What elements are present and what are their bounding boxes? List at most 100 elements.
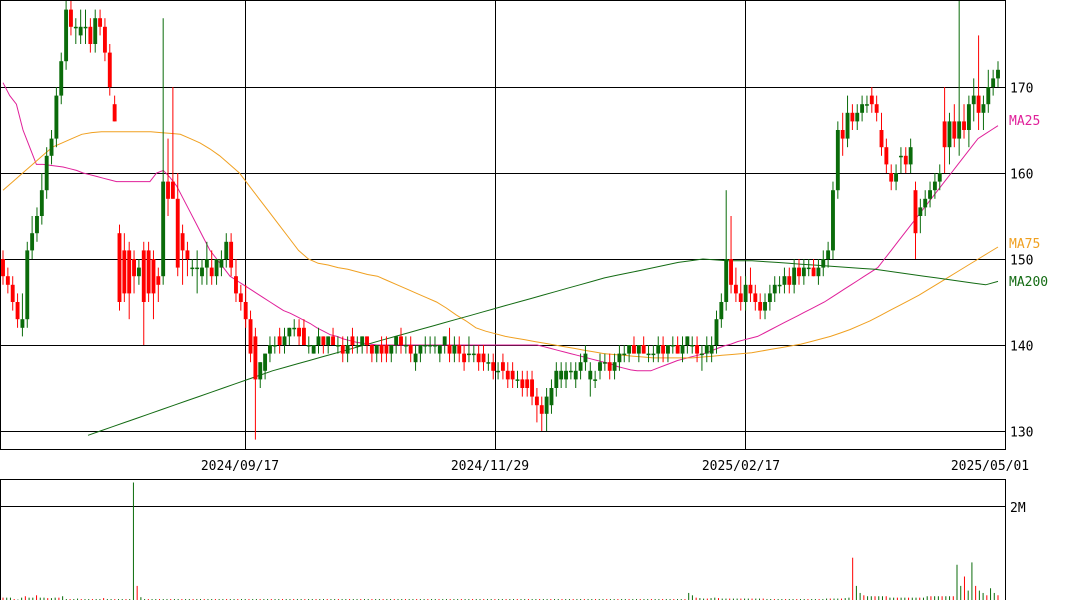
- candle-up: [214, 259, 219, 277]
- candle-down: [365, 336, 369, 345]
- candle-up: [564, 370, 568, 380]
- candle-up: [743, 284, 748, 302]
- price-grid: [1, 1, 1005, 449]
- candle-up: [573, 370, 578, 380]
- candle-up: [326, 336, 331, 345]
- candle-down: [141, 250, 146, 302]
- candle-up: [947, 121, 952, 148]
- candle-up: [714, 319, 719, 345]
- candle-up: [699, 353, 704, 356]
- candle-down: [185, 250, 190, 259]
- candle-up: [64, 9, 69, 62]
- candle-down: [879, 130, 884, 148]
- candle-down: [238, 293, 243, 302]
- candle-up: [442, 336, 447, 345]
- candle-up: [792, 267, 797, 285]
- ma200-label: MA200: [1009, 275, 1048, 290]
- candle-down: [102, 26, 107, 53]
- candle-up: [195, 267, 200, 270]
- candle-down: [850, 112, 855, 122]
- candle-up: [44, 155, 49, 191]
- candle-down: [534, 396, 539, 406]
- candle-up: [656, 345, 661, 354]
- candle-up: [428, 345, 433, 347]
- candle-up: [161, 181, 166, 277]
- candle-up: [986, 87, 991, 105]
- volume-bars: [2, 482, 999, 600]
- candle-down: [913, 190, 918, 234]
- candle-down: [447, 345, 452, 354]
- candle-down: [15, 302, 20, 320]
- candle-up: [894, 173, 899, 182]
- y-tick-label: 130: [1010, 426, 1033, 441]
- candle-up: [423, 345, 428, 347]
- candle-up: [433, 345, 437, 347]
- candle-up: [923, 198, 928, 208]
- volume-tick-label: 2M: [1010, 501, 1026, 516]
- candle-up: [268, 345, 272, 354]
- candle-down: [399, 336, 403, 345]
- candle-down: [510, 370, 515, 380]
- candle-up: [622, 353, 627, 356]
- candle-down: [408, 345, 413, 354]
- candle-down: [539, 405, 544, 414]
- candle-down: [350, 336, 355, 345]
- candle-up: [957, 121, 962, 139]
- candle-up: [908, 147, 913, 165]
- candle-up: [258, 362, 263, 380]
- candle-up: [549, 388, 554, 406]
- candle-down: [340, 345, 345, 354]
- candle-up: [831, 190, 835, 251]
- candle-up: [991, 78, 996, 87]
- candle-up: [612, 362, 617, 371]
- candle-down: [976, 95, 981, 113]
- candle-down: [243, 302, 248, 320]
- y-tick-label: 140: [1010, 340, 1033, 355]
- candle-down: [758, 302, 763, 311]
- candle-up: [898, 155, 903, 158]
- candle-up: [25, 250, 30, 320]
- candle-down: [175, 198, 180, 268]
- candle-down: [180, 233, 185, 251]
- candle-down: [520, 379, 525, 388]
- candlestick-chart-svg: 130 140 150 160 170 2024/09/17 2024/11/29 2025/…: [0, 0, 1048, 600]
- candle-down: [69, 9, 73, 27]
- candle-down: [156, 276, 161, 285]
- candle-up: [646, 353, 651, 356]
- candle-down: [481, 353, 486, 363]
- candle-up: [452, 345, 457, 354]
- candle-down: [952, 121, 957, 139]
- candle-up: [59, 61, 64, 96]
- candle-down: [903, 155, 908, 165]
- candle-up: [437, 345, 442, 354]
- candle-up: [767, 293, 772, 302]
- candle-down: [321, 336, 326, 345]
- candle-up: [719, 302, 724, 320]
- candle-down: [733, 284, 738, 294]
- candle-up: [617, 353, 622, 363]
- candle-up: [782, 276, 787, 285]
- candle-up: [928, 190, 932, 199]
- candle-down: [209, 267, 214, 277]
- candle-down: [695, 345, 700, 354]
- candle-up: [670, 345, 675, 347]
- candle-down: [457, 345, 462, 354]
- candle-up: [763, 302, 767, 311]
- candle-down: [738, 293, 743, 302]
- candle-down: [170, 181, 175, 199]
- candle-up: [860, 104, 865, 113]
- candle-up: [515, 379, 520, 381]
- candle-up: [190, 267, 195, 270]
- candle-up: [709, 345, 714, 354]
- candle-down: [5, 276, 10, 285]
- candle-down: [369, 345, 374, 354]
- candle-down: [962, 121, 966, 130]
- candle-up: [219, 259, 224, 268]
- candle-down: [797, 267, 801, 277]
- candle-up: [292, 327, 297, 330]
- candle-down: [127, 250, 132, 294]
- candle-up: [685, 336, 690, 345]
- candle-up: [418, 345, 423, 354]
- candle-up: [200, 267, 204, 277]
- candle-down: [840, 130, 845, 139]
